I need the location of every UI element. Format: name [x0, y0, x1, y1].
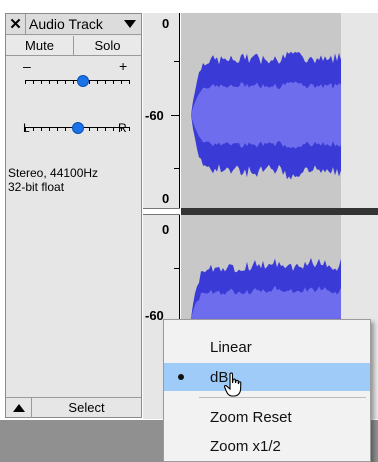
format-depth-label: 32-bit float — [8, 180, 65, 194]
track-title-bar: ✕ Audio Track — [6, 14, 141, 35]
track-name-label[interactable]: Audio Track — [26, 16, 124, 32]
ruler-ch2-top-label: 0 — [162, 222, 170, 237]
close-icon[interactable]: ✕ — [6, 14, 26, 34]
ruler-ch1-bottom-label: 0 — [162, 191, 170, 206]
ruler-context-menu: Linear dB Zoom Reset Zoom x1/2 — [163, 319, 371, 462]
chevron-down-icon[interactable] — [124, 20, 136, 28]
audacity-track-view: ✕ Audio Track Mute Solo – + L R Stereo, … — [0, 0, 378, 462]
ruler-tick — [171, 115, 179, 116]
track-bottom-row: Select — [6, 397, 141, 418]
radio-bullet-icon — [178, 374, 184, 380]
hand-cursor-shape — [224, 372, 242, 397]
mute-button[interactable]: Mute — [6, 36, 74, 56]
waveform-ch1-rms — [191, 81, 341, 149]
collapse-button[interactable] — [6, 397, 32, 418]
select-button[interactable]: Select — [32, 400, 141, 415]
track-control-panel: ✕ Audio Track Mute Solo – + L R Stereo, … — [5, 13, 142, 418]
ruler-tick — [174, 61, 179, 62]
menu-item-linear[interactable]: Linear — [164, 333, 370, 361]
menu-item-linear-label: Linear — [210, 339, 252, 356]
ruler-ch2-mid-label: -60 — [145, 308, 164, 323]
ruler-tick — [174, 168, 179, 169]
gain-slider-thumb[interactable] — [76, 75, 89, 87]
up-triangle-icon — [12, 403, 25, 412]
gain-minus-label: – — [23, 58, 31, 74]
menu-item-zoom-half[interactable]: Zoom x1/2 — [164, 432, 370, 460]
gain-slider[interactable] — [25, 75, 130, 89]
unselected-region-ch1 — [341, 13, 378, 208]
channel-separator — [181, 208, 378, 215]
ruler-channel-separator — [143, 208, 180, 215]
menu-item-db[interactable]: dB — [164, 363, 370, 391]
ruler-tick — [174, 268, 179, 269]
ruler-ch1-top-label: 0 — [162, 16, 170, 31]
mute-solo-row: Mute Solo — [6, 36, 141, 56]
menu-item-zoom-reset[interactable]: Zoom Reset — [164, 403, 370, 431]
gain-plus-label: + — [119, 58, 128, 74]
pan-slider[interactable] — [25, 122, 130, 136]
pan-slider-thumb[interactable] — [71, 122, 84, 134]
menu-item-zoom-reset-label: Zoom Reset — [210, 409, 292, 426]
track-format-info: Stereo, 44100Hz 32-bit float — [8, 166, 98, 194]
menu-item-zoom-half-label: Zoom x1/2 — [210, 438, 281, 455]
hand-cursor-icon — [224, 372, 242, 397]
format-rate-label: Stereo, 44100Hz — [8, 166, 99, 180]
ruler-ch1-mid-label: -60 — [145, 108, 164, 123]
solo-button[interactable]: Solo — [74, 36, 141, 56]
